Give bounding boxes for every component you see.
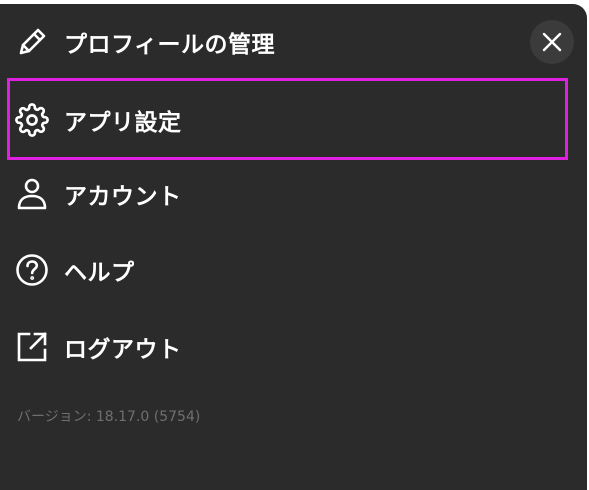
external-link-icon <box>15 330 49 364</box>
menu-item-label: ログアウト <box>64 337 182 363</box>
version-text: バージョン: 18.17.0 (5754) <box>17 409 201 425</box>
gear-icon <box>15 103 49 137</box>
menu-item-manage-profile[interactable]: プロフィールの管理 <box>0 4 580 80</box>
menu-item-label: アプリ設定 <box>64 110 182 136</box>
menu-item-label: プロフィールの管理 <box>64 32 276 58</box>
person-icon <box>15 177 49 211</box>
menu-item-label: アカウント <box>64 184 182 210</box>
close-button[interactable] <box>530 20 574 64</box>
menu-item-app-settings[interactable]: アプリ設定 <box>0 82 580 158</box>
help-circle-icon <box>15 253 49 287</box>
menu-item-logout[interactable]: ログアウト <box>0 309 580 385</box>
menu-item-label: ヘルプ <box>64 260 135 286</box>
menu-item-account[interactable]: アカウント <box>0 156 580 232</box>
menu-panel: プロフィールの管理 アプリ設定 アカウント ヘルプ ログアウト バージョン: 1… <box>0 4 587 490</box>
pencil-icon <box>15 25 49 59</box>
menu-item-help[interactable]: ヘルプ <box>0 232 580 308</box>
close-icon <box>541 31 563 53</box>
